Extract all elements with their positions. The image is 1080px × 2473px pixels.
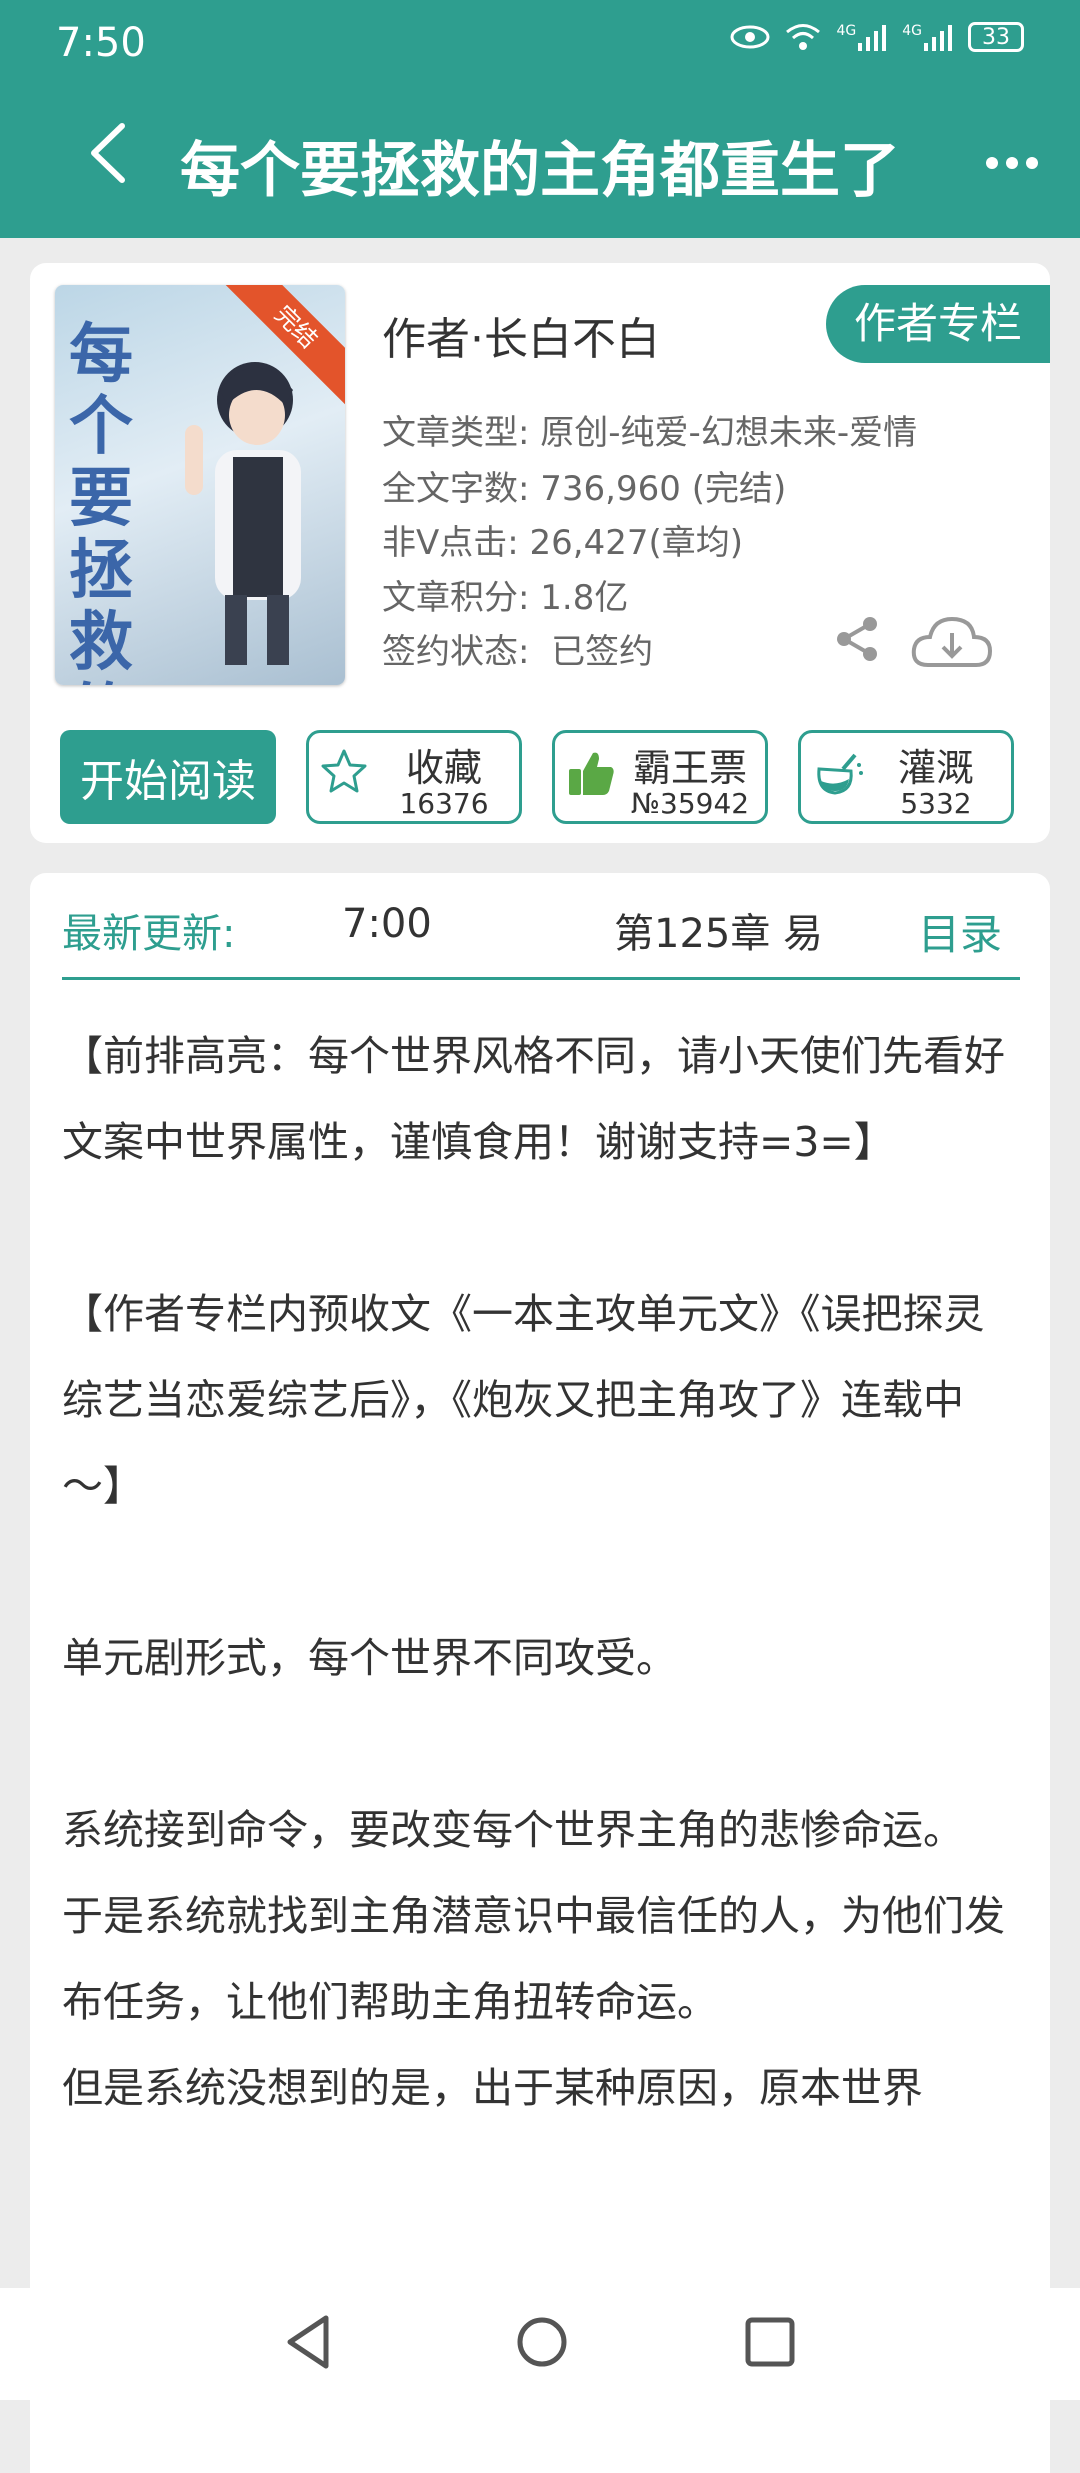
meta-label: 全文字数: (382, 469, 530, 509)
signal-bars-icon (858, 25, 887, 51)
author-column-button[interactable]: 作者专栏 (825, 285, 1050, 363)
system-navigation-bar (0, 2288, 1080, 2400)
tickets-label: 霸王票 (632, 746, 747, 790)
network-type-1: 4G (836, 23, 857, 39)
status-icons: 4G 4G 33 (730, 22, 1024, 52)
page-title: 每个要拯救的主角都重生了 (180, 136, 900, 206)
description-spacer (62, 1529, 1020, 1615)
author-name[interactable]: 作者·长白不白 (382, 303, 660, 367)
description-paragraph: 但是系统没想到的是，出于某种原因，原本世界 (62, 2064, 923, 2112)
meta-label: 签约状态: (382, 632, 530, 672)
nutrient-button[interactable]: 灌溉 5332 (798, 730, 1014, 824)
description-card: 最新更新: 7:00 第125章 易 目录 【前排高亮：每个世界风格不同，请小天… (30, 873, 1050, 2473)
nav-back-icon[interactable] (284, 2312, 334, 2372)
share-icon[interactable] (834, 615, 882, 663)
meta-value: 已签约 (551, 632, 654, 672)
book-description: 【前排高亮：每个世界风格不同，请小天使们先看好文案中世界属性，谨慎食用！谢谢支持… (62, 1013, 1020, 2131)
description-paragraph: 系统接到命令，要改变每个世界主角的悲惨命运。 (62, 1806, 964, 1854)
meta-score: 文章积分: 1.8亿 (382, 570, 628, 619)
description-paragraph: 【前排高亮：每个世界风格不同，请小天使们先看好文案中世界属性，谨慎食用！谢谢支持… (62, 1032, 1005, 1166)
tickets-count: №35942 (630, 787, 750, 820)
meta-label: 非Ⅴ点击: (382, 523, 519, 563)
favorite-label: 收藏 (405, 746, 482, 790)
thumbs-up-icon (569, 752, 614, 795)
eye-icon (730, 25, 770, 49)
wifi-icon (786, 24, 821, 50)
book-cover[interactable]: 每个要 拯救的主角 都重生了 完结 (55, 285, 345, 685)
latest-update-label: 最新更新: (62, 911, 236, 957)
tickets-button[interactable]: 霸王票 №35942 (552, 730, 768, 824)
description-spacer (62, 1701, 1020, 1787)
description-paragraph: 于是系统就找到主角潜意识中最信任的人，为他们发布任务，让他们帮助主角扭转命运。 (62, 1892, 1005, 2026)
cover-character-illustration (185, 362, 301, 665)
meta-clicks: 非Ⅴ点击: 26,427(章均) (382, 515, 743, 564)
book-info-card: 每个要 拯救的主角 都重生了 完结 作者·长白不白 作者专栏 文章类型: 原创-… (30, 263, 1050, 843)
cover-title: 每个要 拯救的主角 都重生了 (69, 317, 133, 686)
meta-value: 原创-纯爱-幻想未来-爱情 (540, 413, 918, 453)
meta-value: 736,960 (完结) (540, 469, 787, 509)
signal-bars-icon (924, 25, 952, 51)
download-icon[interactable] (910, 613, 994, 673)
description-spacer (62, 1185, 1020, 1271)
favorite-button[interactable]: 收藏 16376 (306, 730, 522, 824)
app-header: 7:50 4G 4G 33 每个要拯救的主角都重生了 (0, 0, 1080, 238)
favorite-count: 16376 (399, 787, 489, 820)
meta-value: 26,427(章均) (529, 523, 744, 563)
watering-flask-icon (817, 753, 863, 795)
network-type-2: 4G (902, 23, 922, 39)
latest-update-row[interactable]: 最新更新: 7:00 第125章 易 目录 (62, 873, 1020, 980)
start-reading-button[interactable]: 开始阅读 (60, 730, 276, 824)
meta-label: 文章积分: (382, 578, 530, 618)
description-paragraph: 【作者专栏内预收文《一本主攻单元文》《误把探灵综艺当恋爱综艺后》，《炮灰又把主角… (62, 1290, 985, 1510)
nav-recents-icon[interactable] (744, 2312, 796, 2372)
nutrient-label: 灌溉 (897, 746, 974, 790)
status-time: 7:50 (56, 20, 146, 66)
latest-update-time: 7:00 (342, 901, 432, 947)
nutrient-count: 5332 (900, 787, 972, 820)
signal-2: 4G (902, 23, 954, 51)
back-icon[interactable] (84, 118, 134, 188)
battery-icon: 33 (968, 22, 1024, 52)
meta-contract: 签约状态: 已签约 (382, 624, 653, 673)
more-icon[interactable] (984, 130, 1040, 184)
meta-value: 1.8亿 (540, 578, 629, 618)
meta-label: 文章类型: (382, 413, 530, 453)
signal-1: 4G (836, 23, 888, 51)
nav-home-icon[interactable] (514, 2312, 570, 2372)
meta-word-count: 全文字数: 736,960 (完结) (382, 461, 786, 510)
star-icon (321, 749, 367, 793)
meta-genre: 文章类型: 原创-纯爱-幻想未来-爱情 (382, 405, 917, 454)
table-of-contents-link[interactable]: 目录 (918, 901, 1002, 962)
description-paragraph: 单元剧形式，每个世界不同攻受。 (62, 1634, 677, 1682)
latest-chapter-title: 第125章 易 (614, 911, 824, 957)
